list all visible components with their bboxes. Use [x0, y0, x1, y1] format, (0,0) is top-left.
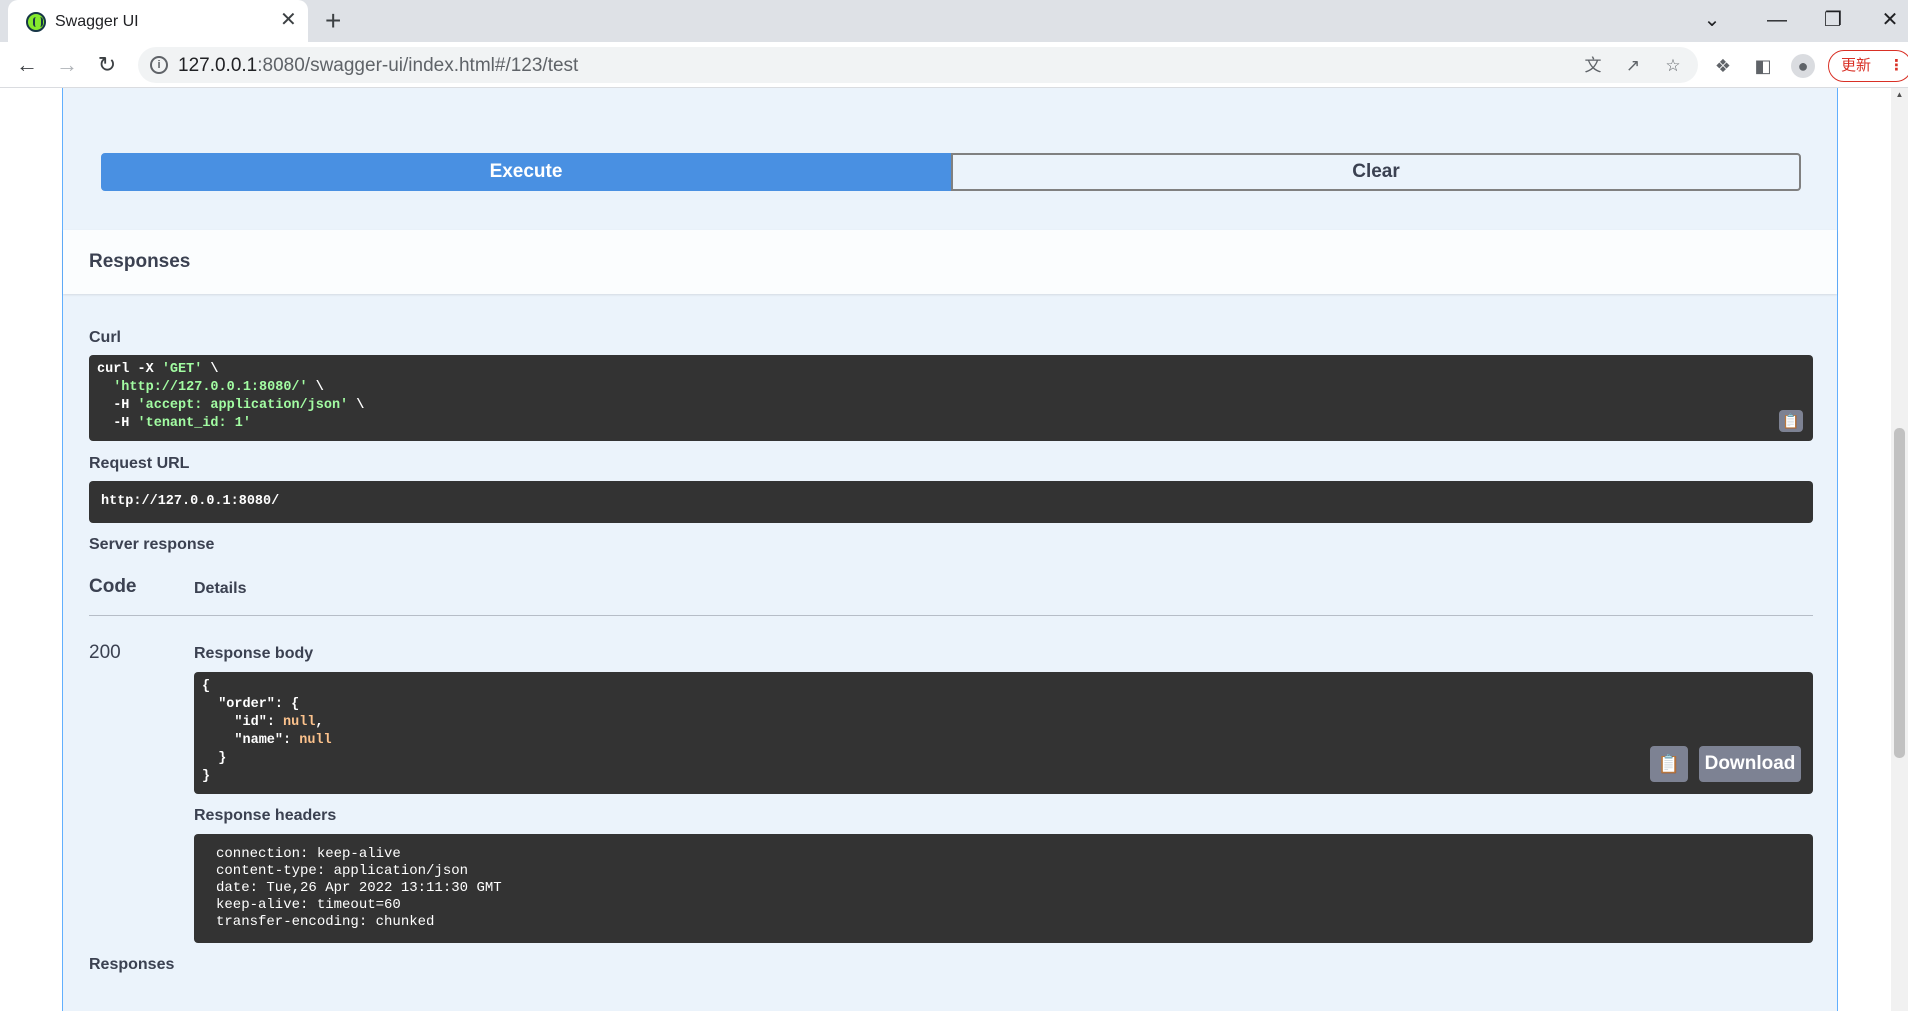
- url-host: 127.0.0.1: [178, 55, 258, 76]
- details-column-header: Details: [194, 580, 247, 597]
- response-headers-box: connection: keep-alive content-type: app…: [194, 834, 1813, 943]
- responses-section-label: Responses: [89, 956, 175, 973]
- info-icon[interactable]: i: [150, 56, 168, 74]
- execute-wrapper: Execute Clear: [101, 153, 1801, 191]
- copy-body-clipboard-icon[interactable]: 📋: [1650, 746, 1688, 782]
- url-path: :8080/swagger-ui/index.html#/123/test: [257, 55, 579, 76]
- response-header-line: transfer-encoding: chunked: [216, 914, 435, 930]
- response-header-line: content-type: application/json: [216, 863, 469, 879]
- response-headers-list: connection: keep-alive content-type: app…: [216, 846, 502, 931]
- scrollbar-thumb[interactable]: [1894, 428, 1905, 758]
- curl-command-box[interactable]: curl -X 'GET' \ 'http://127.0.0.1:8080/'…: [89, 355, 1813, 441]
- response-body-box[interactable]: { "order": { "id": null, "name": null } …: [194, 672, 1813, 794]
- forward-arrow-icon[interactable]: →: [52, 52, 82, 78]
- side-panel-icon[interactable]: ◧: [1751, 54, 1775, 78]
- address-bar[interactable]: i 127.0.0.1:8080/swagger-ui/index.html#/…: [138, 47, 1698, 83]
- reload-icon[interactable]: ↻: [92, 52, 122, 78]
- response-header-line: keep-alive: timeout=60: [216, 897, 401, 913]
- maximize-button[interactable]: ❐: [1818, 8, 1848, 32]
- profile-icon[interactable]: ●: [1791, 54, 1815, 78]
- request-url-label: Request URL: [89, 455, 190, 472]
- translate-icon[interactable]: 文: [1582, 55, 1604, 77]
- tab-search-icon[interactable]: ⌄: [1697, 8, 1727, 32]
- response-headers-label: Response headers: [194, 807, 337, 824]
- curl-command: curl -X 'GET' \ 'http://127.0.0.1:8080/'…: [97, 362, 365, 431]
- request-url: http://127.0.0.1:8080/: [101, 494, 280, 509]
- share-icon[interactable]: ↗: [1622, 55, 1644, 77]
- swagger-favicon-icon: [26, 12, 46, 32]
- responses-header: Responses: [63, 230, 1837, 294]
- kebab-menu-icon[interactable]: ⋮: [1889, 51, 1904, 80]
- tab-close-icon[interactable]: ✕: [280, 9, 297, 31]
- update-label: 更新: [1841, 57, 1872, 74]
- server-response-label: Server response: [89, 536, 215, 553]
- page-content: Execute Clear Responses Curl curl -X 'GE…: [0, 88, 1908, 1011]
- url-text[interactable]: 127.0.0.1:8080/swagger-ui/index.html#/12…: [178, 55, 578, 77]
- tab-strip: Swagger UI ✕ + ⌄ — ❐ ✕: [0, 0, 1908, 42]
- scroll-up-arrow-icon[interactable]: ▲: [1895, 90, 1904, 99]
- responses-title: Responses: [89, 251, 191, 272]
- browser-tab[interactable]: Swagger UI ✕: [8, 0, 308, 42]
- star-icon[interactable]: ☆: [1662, 55, 1684, 77]
- request-url-box: http://127.0.0.1:8080/: [89, 481, 1813, 523]
- curl-label: Curl: [89, 329, 121, 346]
- minimize-button[interactable]: —: [1762, 8, 1792, 32]
- code-column-header: Code: [89, 576, 137, 597]
- execute-button[interactable]: Execute: [101, 153, 951, 191]
- back-arrow-icon[interactable]: ←: [12, 52, 42, 78]
- response-body-label: Response body: [194, 645, 314, 662]
- new-tab-button[interactable]: +: [325, 6, 341, 36]
- status-code: 200: [89, 642, 121, 663]
- puzzle-icon[interactable]: ❖: [1711, 54, 1735, 78]
- download-button[interactable]: Download: [1699, 746, 1801, 782]
- clear-button[interactable]: Clear: [951, 153, 1801, 191]
- response-header-line: date: Tue,26 Apr 2022 13:11:30 GMT: [216, 880, 502, 896]
- close-window-button[interactable]: ✕: [1875, 8, 1905, 32]
- update-button[interactable]: 更新 ⋮: [1828, 50, 1908, 82]
- response-header-line: connection: keep-alive: [216, 846, 401, 862]
- copy-curl-clipboard-icon[interactable]: 📋: [1779, 410, 1803, 432]
- tab-title: Swagger UI: [55, 13, 139, 30]
- browser-toolbar: ← → ↻ i 127.0.0.1:8080/swagger-ui/index.…: [0, 42, 1908, 88]
- response-body-json: { "order": { "id": null, "name": null } …: [202, 679, 332, 784]
- table-divider: [89, 615, 1813, 616]
- operation-block: Execute Clear Responses Curl curl -X 'GE…: [62, 88, 1838, 1011]
- page-scrollbar[interactable]: ▲: [1891, 88, 1908, 1011]
